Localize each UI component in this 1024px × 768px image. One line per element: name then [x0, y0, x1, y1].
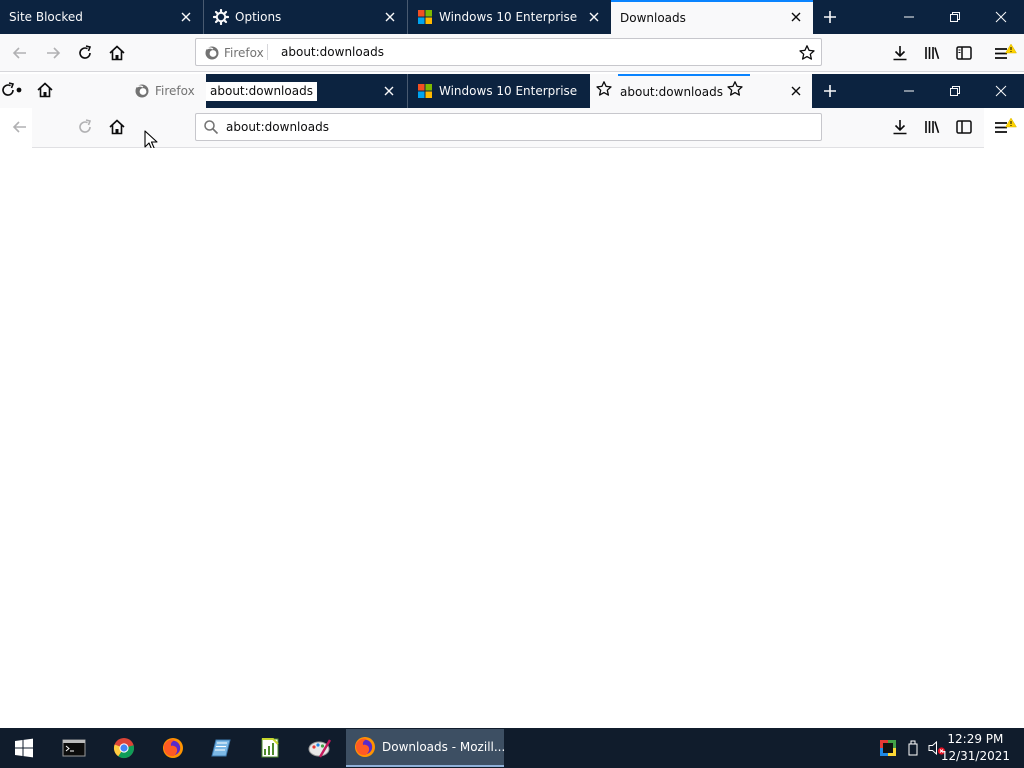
chrome-icon[interactable] [104, 732, 144, 764]
spreadsheet-icon[interactable] [250, 732, 290, 764]
close-window-button[interactable] [978, 74, 1024, 108]
new-tab-button[interactable] [812, 74, 848, 108]
paint-icon[interactable] [300, 732, 340, 764]
tab-label: Site Blocked [9, 10, 83, 24]
identity-box[interactable]: Firefox [204, 45, 264, 61]
tab-options[interactable]: Options [204, 0, 407, 34]
search-icon [203, 119, 219, 135]
tab-ghost-close-area[interactable] [750, 74, 812, 108]
close-tab-icon[interactable] [788, 9, 804, 25]
downloads-button[interactable] [886, 39, 914, 67]
home-button[interactable] [103, 39, 131, 67]
firefox-logo-icon [204, 45, 220, 61]
color-app-tray-icon[interactable] [880, 740, 896, 756]
tab-site-blocked[interactable]: Site Blocked [0, 0, 203, 34]
notepad-icon[interactable] [202, 732, 242, 764]
terminal-icon[interactable] [54, 732, 94, 764]
reload-icon [0, 80, 24, 100]
url-bar[interactable]: about:downloads [195, 113, 822, 141]
close-tab-icon[interactable] [788, 83, 804, 99]
tab-label: Windows 10 Enterprise | Mi [439, 84, 581, 98]
tab-label: Downloads [620, 11, 686, 25]
tab-windows-10-enterprise[interactable]: Windows 10 Enterprise | Mi [408, 74, 590, 108]
clock-date: 12/31/2021 [940, 749, 1010, 763]
start-button[interactable] [4, 732, 44, 764]
page-content [0, 148, 1024, 728]
windows-logo-icon [417, 83, 433, 99]
restore-button[interactable] [932, 0, 978, 34]
tab-label: Windows 10 Enterprise | Mi [439, 10, 581, 24]
url-text-highlighted[interactable]: about:downloads [206, 82, 317, 101]
url-divider [267, 44, 268, 60]
tab-strip: Site Blocked Options Windows 10 Enterpri… [0, 0, 1024, 34]
clock-time: 12:29 PM [947, 732, 1004, 746]
url-text[interactable]: about:downloads [226, 120, 329, 134]
firefox-icon [354, 736, 376, 758]
back-button[interactable] [6, 39, 34, 67]
taskbar-task-label: Downloads - Mozill... [382, 740, 506, 754]
bookmark-star-icon[interactable] [798, 44, 816, 62]
downloads-button[interactable] [886, 113, 914, 141]
back-button[interactable] [6, 113, 34, 141]
minimize-button[interactable] [886, 74, 932, 108]
library-button[interactable] [918, 113, 946, 141]
tab-windows-10-enterprise[interactable]: Windows 10 Enterprise | Mi [408, 0, 611, 34]
close-tab-icon[interactable] [381, 83, 397, 99]
reload-button[interactable] [71, 113, 99, 141]
url-bar[interactable]: Firefox about:downloads [195, 38, 822, 66]
windows-logo-icon [417, 9, 433, 25]
clock[interactable]: 12:29 PM 12/31/2021 [941, 731, 1010, 765]
bookmark-star-ghost[interactable] [590, 74, 618, 108]
forward-button[interactable] [39, 39, 67, 67]
tab-downloads[interactable]: Downloads [611, 0, 813, 34]
identity-box-ghost[interactable]: Firefox [124, 74, 206, 108]
bookmark-star-icon[interactable] [726, 80, 744, 98]
restore-button[interactable] [932, 74, 978, 108]
identity-label: Firefox [155, 84, 195, 98]
minimize-button[interactable] [886, 0, 932, 34]
menu-button[interactable] [991, 39, 1019, 67]
close-tab-icon[interactable] [586, 9, 602, 25]
url-text[interactable]: about:downloads [281, 45, 384, 59]
usb-device-icon[interactable] [906, 740, 920, 756]
tab-label: about:downloads [620, 85, 723, 99]
tab-label: Options [235, 10, 282, 24]
sidebar-button[interactable] [950, 39, 978, 67]
close-tab-icon[interactable] [382, 9, 398, 25]
tab-about-downloads[interactable]: about:downloads [618, 74, 750, 108]
close-window-button[interactable] [978, 0, 1024, 34]
bookmark-star-icon [595, 80, 613, 98]
reload-button[interactable] [71, 39, 99, 67]
menu-button[interactable] [991, 113, 1019, 141]
identity-label: Firefox [224, 46, 264, 60]
tab-strip-duplicate: Firefox about:downloads Windows 10 Enter… [0, 74, 1024, 108]
tab-ghost[interactable] [0, 74, 124, 108]
taskbar: Downloads - Mozill... 12:29 PM 12/31/202… [0, 728, 1024, 768]
close-tab-icon[interactable] [178, 9, 194, 25]
firefox-logo-icon [134, 83, 150, 99]
home-button[interactable] [103, 113, 131, 141]
firefox-icon[interactable] [153, 732, 193, 764]
library-button[interactable] [918, 39, 946, 67]
navigation-toolbar: Firefox about:downloads [0, 34, 1024, 72]
home-icon [36, 81, 54, 99]
gear-icon [213, 9, 229, 25]
navigation-toolbar-duplicate: about:downloads [0, 108, 1024, 151]
sidebar-button[interactable] [950, 113, 978, 141]
taskbar-firefox-downloads[interactable]: Downloads - Mozill... [346, 729, 506, 767]
new-tab-button[interactable] [812, 0, 848, 34]
